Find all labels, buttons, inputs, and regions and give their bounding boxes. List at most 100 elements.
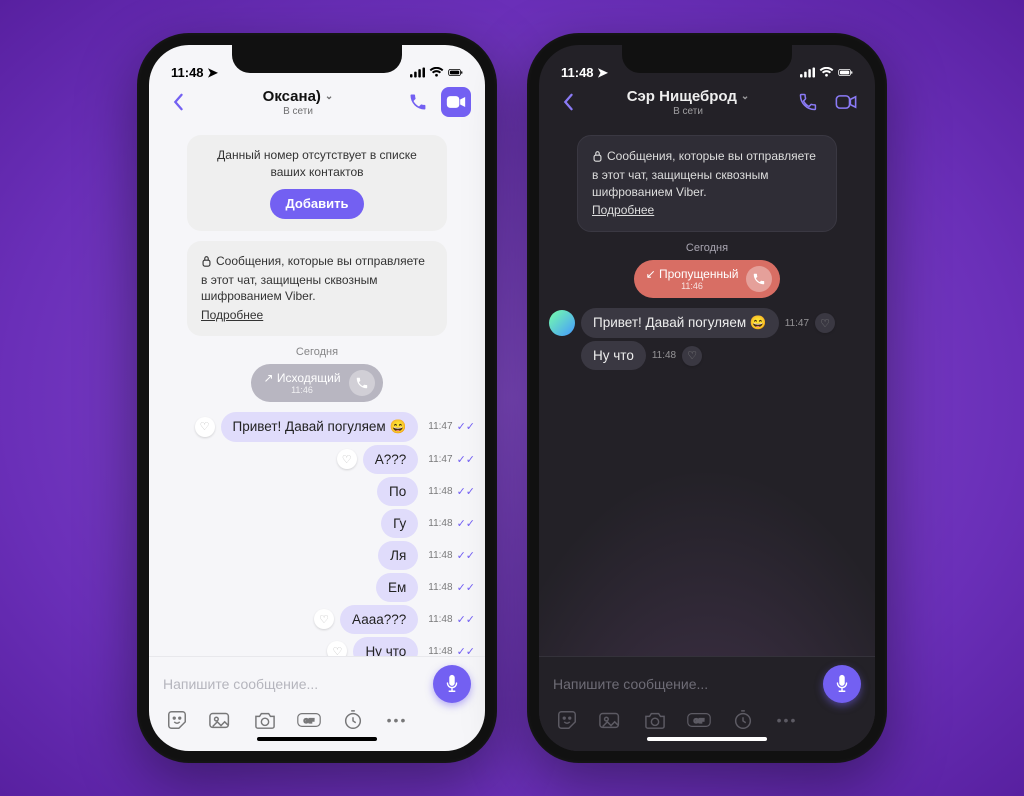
add-contact-card: Данный номер отсутствует в списке ваших … — [187, 135, 447, 231]
message-text: Ем — [376, 573, 418, 602]
call-icon — [746, 266, 772, 292]
timer-icon[interactable] — [341, 709, 365, 731]
call-time: 11:46 — [646, 281, 739, 291]
chat-title[interactable]: Сэр Нищеброд⌄ — [627, 88, 750, 105]
sticker-icon[interactable] — [555, 709, 579, 731]
read-checks-icon: ✓✓ — [457, 517, 475, 530]
tool-row: GIF ••• — [163, 703, 471, 731]
messages-list-right: Привет! Давай погуляем 😄 11:47 ♡ Ну что … — [549, 308, 865, 370]
timer-icon[interactable] — [731, 709, 755, 731]
message-in[interactable]: Привет! Давай погуляем 😄 11:47 ♡ — [549, 308, 865, 338]
mic-button[interactable] — [433, 665, 471, 703]
react-button[interactable]: ♡ — [314, 609, 334, 629]
more-icon[interactable]: ••• — [775, 712, 799, 728]
encryption-card: Сообщения, которые вы отправляете в этот… — [187, 241, 447, 336]
read-checks-icon: ✓✓ — [457, 420, 475, 433]
wifi-icon — [429, 66, 444, 81]
encryption-more-link[interactable]: Подробнее — [201, 307, 263, 324]
encryption-text: Сообщения, которые вы отправляете в этот… — [201, 254, 425, 304]
messages-list-left: ♡ Привет! Давай погуляем 😄 11:47✓✓ ♡ А??… — [159, 412, 475, 656]
react-button[interactable]: ♡ — [327, 641, 347, 656]
message-text: Аааа??? — [340, 605, 418, 634]
read-checks-icon: ✓✓ — [457, 453, 475, 466]
add-contact-button[interactable]: Добавить — [270, 189, 365, 219]
chevron-down-icon: ⌄ — [741, 91, 749, 102]
mic-button[interactable] — [823, 665, 861, 703]
react-button[interactable]: ♡ — [815, 313, 835, 333]
tool-row: GIF ••• — [553, 703, 861, 731]
chat-status: В сети — [201, 106, 395, 117]
message-out[interactable]: ♡ А??? 11:47✓✓ — [159, 445, 475, 474]
voice-call-button[interactable] — [403, 87, 433, 117]
message-out[interactable]: Гу 11:48✓✓ — [159, 509, 475, 538]
message-text: Привет! Давай погуляем 😄 — [221, 412, 419, 442]
arrow-missed-icon: ↙ — [646, 267, 656, 281]
message-text: Ля — [378, 541, 418, 570]
notch — [232, 45, 402, 73]
read-checks-icon: ✓✓ — [457, 613, 475, 626]
phone-dark: 11:48 ➤ Сэр Нищеброд⌄ — [527, 33, 887, 763]
read-checks-icon: ✓✓ — [457, 549, 475, 562]
message-input[interactable] — [163, 676, 423, 692]
chat-status: В сети — [591, 106, 785, 117]
back-button[interactable] — [163, 87, 193, 117]
chat-title[interactable]: Оксана)⌄ — [263, 88, 334, 105]
message-text: Ну что — [581, 341, 646, 370]
video-call-button[interactable] — [831, 87, 861, 117]
encryption-card: Сообщения, которые вы отправляете в этот… — [577, 135, 837, 232]
call-icon — [349, 370, 375, 396]
back-button[interactable] — [553, 87, 583, 117]
gallery-icon[interactable] — [599, 710, 623, 730]
more-icon[interactable]: ••• — [385, 712, 409, 728]
home-indicator[interactable] — [647, 737, 767, 741]
input-bar: GIF ••• — [149, 656, 485, 751]
notch — [622, 45, 792, 73]
camera-icon[interactable] — [253, 710, 277, 730]
message-out[interactable]: Ем 11:48✓✓ — [159, 573, 475, 602]
add-contact-text: Данный номер отсутствует в списке ваших … — [201, 147, 433, 181]
react-button[interactable]: ♡ — [337, 449, 357, 469]
camera-icon[interactable] — [643, 710, 667, 730]
status-time: 11:48 ➤ — [561, 65, 608, 81]
date-separator: Сегодня — [549, 242, 865, 254]
react-button[interactable]: ♡ — [195, 417, 215, 437]
message-input[interactable] — [553, 676, 813, 692]
svg-text:GIF: GIF — [304, 718, 315, 725]
signal-icon — [410, 66, 425, 81]
encryption-more-link[interactable]: Подробнее — [592, 202, 654, 219]
chevron-down-icon: ⌄ — [325, 91, 333, 102]
outgoing-call-pill[interactable]: ↗ Исходящий 11:46 — [251, 364, 382, 402]
gif-icon[interactable]: GIF — [687, 711, 711, 729]
call-time: 11:46 — [263, 385, 340, 395]
arrow-outgoing-icon: ↗ — [263, 371, 273, 385]
message-text: Гу — [381, 509, 418, 538]
chat-content[interactable]: Данный номер отсутствует в списке ваших … — [149, 125, 485, 656]
message-out[interactable]: ♡ Ну что 11:48✓✓ — [159, 637, 475, 656]
message-text: Ну что — [353, 637, 418, 656]
read-checks-icon: ✓✓ — [457, 645, 475, 656]
read-checks-icon: ✓✓ — [457, 581, 475, 594]
avatar[interactable] — [549, 310, 575, 336]
chat-content[interactable]: Сообщения, которые вы отправляете в этот… — [539, 125, 875, 656]
message-in[interactable]: Ну что 11:48 ♡ — [581, 341, 865, 370]
status-time: 11:48 ➤ — [171, 65, 218, 81]
react-button[interactable]: ♡ — [682, 346, 702, 366]
message-out[interactable]: ♡ Аааа??? 11:48✓✓ — [159, 605, 475, 634]
encryption-text: Сообщения, которые вы отправляете в этот… — [592, 149, 816, 199]
date-separator: Сегодня — [159, 346, 475, 358]
message-out[interactable]: По 11:48✓✓ — [159, 477, 475, 506]
missed-call-pill[interactable]: ↙ Пропущенный 11:46 — [634, 260, 781, 298]
message-text: Привет! Давай погуляем 😄 — [581, 308, 779, 338]
gif-icon[interactable]: GIF — [297, 711, 321, 729]
sticker-icon[interactable] — [165, 709, 189, 731]
location-icon: ➤ — [597, 65, 608, 80]
location-icon: ➤ — [207, 65, 218, 80]
lock-icon — [592, 150, 603, 167]
input-bar: GIF ••• — [539, 656, 875, 751]
message-out[interactable]: Ля 11:48✓✓ — [159, 541, 475, 570]
message-out[interactable]: ♡ Привет! Давай погуляем 😄 11:47✓✓ — [159, 412, 475, 442]
home-indicator[interactable] — [257, 737, 377, 741]
voice-call-button[interactable] — [793, 87, 823, 117]
video-call-button[interactable] — [441, 87, 471, 117]
gallery-icon[interactable] — [209, 710, 233, 730]
